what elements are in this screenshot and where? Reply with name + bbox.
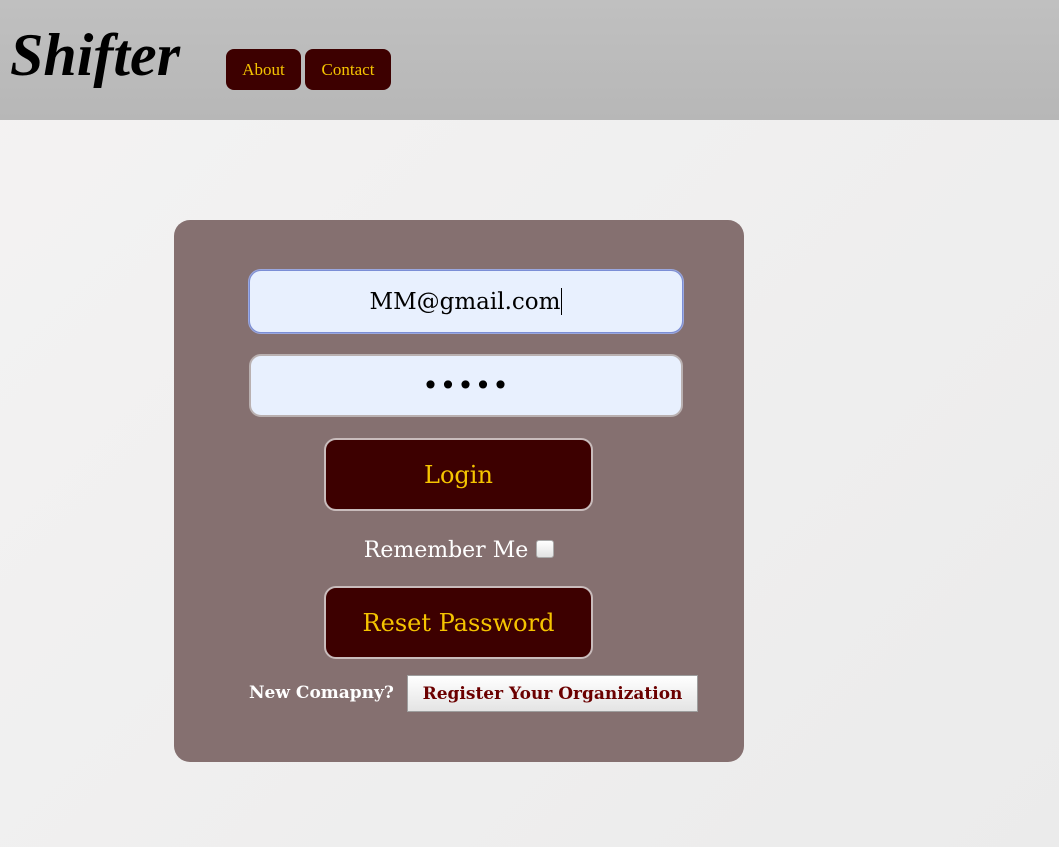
- email-value: MM@gmail.com: [369, 288, 561, 315]
- password-field[interactable]: •••••: [249, 354, 683, 417]
- remember-me-label: Remember Me: [363, 538, 529, 563]
- remember-me: Remember Me: [174, 538, 744, 563]
- reset-password-button[interactable]: Reset Password: [324, 586, 593, 659]
- text-caret: [561, 288, 563, 315]
- login-button[interactable]: Login: [324, 438, 593, 511]
- email-field[interactable]: MM@gmail.com: [248, 269, 684, 334]
- site-header: Shifter About Contact: [0, 0, 1059, 120]
- register-organization-button[interactable]: Register Your Organization: [407, 675, 698, 712]
- logo: Shifter: [10, 22, 181, 88]
- remember-me-checkbox[interactable]: [536, 539, 555, 558]
- nav-contact-button[interactable]: Contact: [305, 49, 391, 90]
- nav-about-button[interactable]: About: [226, 49, 301, 90]
- password-value: •••••: [422, 369, 510, 402]
- new-company-label: New Comapny?: [249, 683, 394, 703]
- login-card: MM@gmail.com ••••• Login Remember Me Res…: [174, 220, 744, 762]
